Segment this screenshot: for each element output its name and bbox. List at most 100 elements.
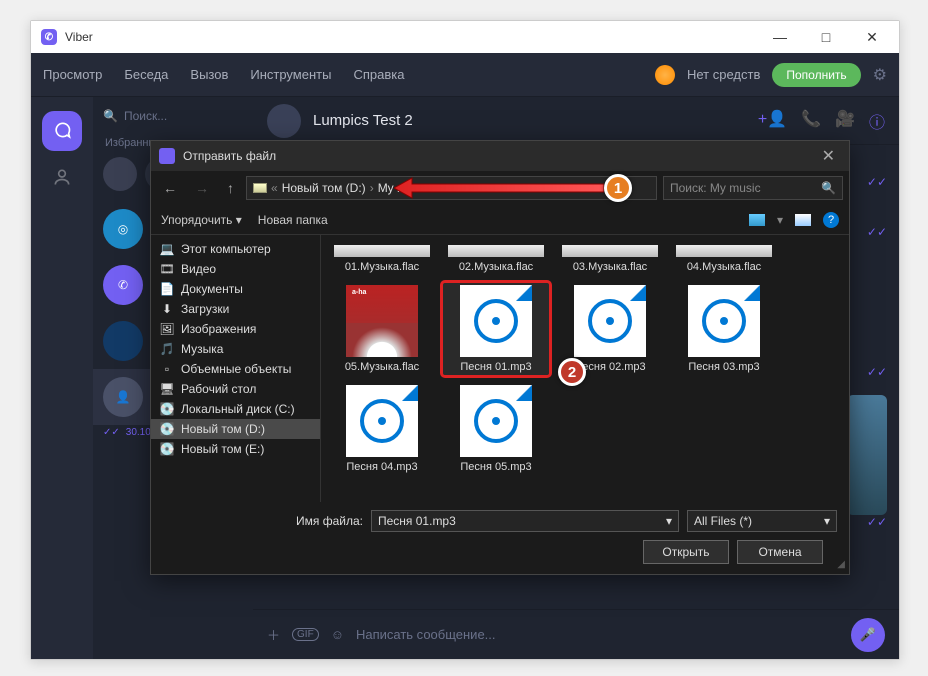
voice-call-icon[interactable]: 📞	[801, 109, 821, 133]
file-name: 03.Музыка.flac	[559, 261, 661, 273]
folder-tree[interactable]: 💻Этот компьютер🎞Видео📄Документы⬇Загрузки…	[151, 235, 321, 502]
search-icon: 🔍	[821, 181, 836, 195]
open-button[interactable]: Открыть	[643, 540, 729, 564]
filename-value: Песня 01.mp3	[378, 514, 456, 528]
gif-icon[interactable]: GIF	[292, 628, 319, 641]
filter-combo[interactable]: All Files (*)▾	[687, 510, 837, 532]
dialog-search[interactable]: Поиск: My music 🔍	[663, 176, 843, 200]
topup-button[interactable]: Пополнить	[772, 63, 860, 87]
tree-item-label: Новый том (E:)	[181, 442, 264, 456]
file-item[interactable]: Песня 03.mp3	[669, 281, 779, 377]
file-item[interactable]: Песня 04.mp3	[327, 381, 437, 477]
tree-item[interactable]: ⬇Загрузки	[151, 299, 320, 319]
new-folder-button[interactable]: Новая папка	[258, 213, 328, 227]
tree-item-label: Видео	[181, 262, 216, 276]
close-button[interactable]: ✕	[849, 21, 895, 53]
search-placeholder: Поиск...	[124, 109, 167, 123]
search-icon: 🔍	[103, 109, 118, 123]
file-item[interactable]: 03.Музыка.flac	[555, 241, 665, 277]
tree-item[interactable]: 💽Новый том (E:)	[151, 439, 320, 459]
file-item[interactable]: 02.Музыка.flac	[441, 241, 551, 277]
maximize-button[interactable]: □	[803, 21, 849, 53]
file-thumb	[562, 245, 658, 257]
sticker-icon[interactable]: ☺	[331, 627, 344, 642]
mic-button[interactable]: 🎤	[851, 618, 885, 652]
file-name: 05.Музыка.flac	[331, 361, 433, 373]
composer-placeholder[interactable]: Написать сообщение...	[356, 627, 839, 642]
search-row[interactable]: 🔍 Поиск...	[93, 105, 253, 131]
file-thumb	[460, 385, 532, 457]
balance-avatar-icon	[655, 65, 675, 85]
file-item[interactable]: Песня 01.mp3	[441, 281, 551, 377]
path-folder[interactable]: My music	[378, 181, 429, 195]
callout-2: 2	[558, 358, 586, 386]
tree-item[interactable]: 💽Локальный диск (C:)	[151, 399, 320, 419]
tree-item[interactable]: 🎞Видео	[151, 259, 320, 279]
file-thumb	[346, 385, 418, 457]
chat-avatar: ✆	[103, 265, 143, 305]
dialog-toolbar: Упорядочить ▾ Новая папка ▾ ?	[151, 205, 849, 235]
tree-item-icon: 📄	[159, 282, 175, 296]
file-name: Песня 05.mp3	[445, 461, 547, 473]
help-icon[interactable]: ?	[823, 212, 839, 228]
dialog-close-button[interactable]: ✕	[816, 146, 841, 166]
chat-info-icon[interactable]: ⓘ	[869, 109, 885, 133]
read-ticks-icon: ✓✓	[867, 515, 887, 529]
rail-contacts-icon[interactable]	[52, 167, 72, 192]
dialog-titlebar: Отправить файл ✕	[151, 141, 849, 171]
tree-item[interactable]: 💽Новый том (D:)	[151, 419, 320, 439]
filter-value: All Files (*)	[694, 514, 752, 528]
nav-up-icon[interactable]: ↑	[221, 178, 240, 198]
file-thumb	[574, 285, 646, 357]
file-name: 01.Музыка.flac	[331, 261, 433, 273]
file-item[interactable]: Песня 05.mp3	[441, 381, 551, 477]
file-item[interactable]: 04.Музыка.flac	[669, 241, 779, 277]
tree-item[interactable]: 🖥Рабочий стол	[151, 379, 320, 399]
tree-item-icon: 🖼	[159, 322, 175, 336]
menu-tools[interactable]: Инструменты	[250, 67, 331, 82]
menu-view[interactable]: Просмотр	[43, 67, 102, 82]
organize-menu[interactable]: Упорядочить ▾	[161, 213, 242, 227]
callout-1: 1	[604, 174, 632, 202]
tree-item[interactable]: 🖼Изображения	[151, 319, 320, 339]
tree-item-label: Загрузки	[181, 302, 229, 316]
tree-item[interactable]: 💻Этот компьютер	[151, 239, 320, 259]
preview-pane-icon[interactable]	[795, 214, 811, 226]
filename-label: Имя файла:	[163, 514, 363, 528]
minimize-button[interactable]: —	[757, 21, 803, 53]
tree-item-label: Этот компьютер	[181, 242, 271, 256]
tree-item-icon: 💽	[159, 402, 175, 416]
menu-help[interactable]: Справка	[353, 67, 404, 82]
add-contact-icon[interactable]: +👤	[758, 109, 787, 133]
window-title: Viber	[65, 30, 93, 44]
attach-icon[interactable]: ＋	[267, 625, 280, 644]
file-thumb	[334, 245, 430, 257]
message-image-thumb[interactable]	[847, 395, 887, 515]
rail-chats-icon[interactable]	[42, 111, 82, 151]
favorite-avatar[interactable]	[103, 157, 137, 191]
filename-combo[interactable]: Песня 01.mp3▾	[371, 510, 679, 532]
chat-avatar: ◎	[103, 209, 143, 249]
address-bar[interactable]: « Новый том (D:) › My music ›	[246, 176, 657, 200]
menu-chat[interactable]: Беседа	[124, 67, 168, 82]
chat-header-title: Lumpics Test 2	[313, 112, 413, 129]
file-thumb	[676, 245, 772, 257]
settings-gear-icon[interactable]: ⚙	[873, 65, 887, 85]
path-drive[interactable]: Новый том (D:)	[282, 181, 366, 195]
balance-label: Нет средств	[687, 67, 760, 82]
read-ticks-icon: ✓✓	[867, 225, 887, 239]
nav-back-icon[interactable]: ←	[157, 178, 183, 198]
resize-grip-icon[interactable]: ◢	[837, 559, 845, 570]
tree-item[interactable]: 🎵Музыка	[151, 339, 320, 359]
file-name: Песня 03.mp3	[673, 361, 775, 373]
file-thumb	[448, 245, 544, 257]
file-item[interactable]: a-ha05.Музыка.flac	[327, 281, 437, 377]
cancel-button[interactable]: Отмена	[737, 540, 823, 564]
tree-item[interactable]: 📄Документы	[151, 279, 320, 299]
file-item[interactable]: 01.Музыка.flac	[327, 241, 437, 277]
view-mode-icon[interactable]	[749, 214, 765, 226]
video-call-icon[interactable]: 🎥	[835, 109, 855, 133]
tree-item[interactable]: ▫Объемные объекты	[151, 359, 320, 379]
menu-call[interactable]: Вызов	[190, 67, 228, 82]
nav-forward-icon[interactable]: →	[189, 178, 215, 198]
